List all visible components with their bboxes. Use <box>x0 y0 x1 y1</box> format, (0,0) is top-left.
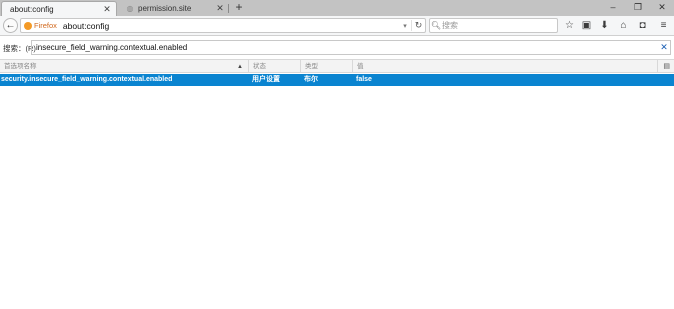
pocket-icon[interactable]: ◘ <box>636 19 649 32</box>
chevron-down-icon[interactable]: ▾ <box>399 22 411 30</box>
filter-input[interactable]: insecure_field_warning.contextual.enable… <box>31 40 671 55</box>
column-header-value[interactable]: 值 <box>353 60 658 73</box>
sort-ascending-icon: ▲ <box>237 64 243 70</box>
minimize-button[interactable]: – <box>602 0 624 15</box>
search-input[interactable]: 搜索 <box>442 20 458 31</box>
menu-icon[interactable]: ≡ <box>657 19 670 32</box>
column-picker-icon[interactable]: ▤ <box>663 62 670 70</box>
search-bar[interactable]: 🔍︎ 搜索 <box>429 18 558 33</box>
url-text[interactable]: about:config <box>63 21 399 31</box>
new-tab-button[interactable]: + <box>232 1 246 15</box>
close-icon[interactable]: ✕ <box>102 4 112 14</box>
tab-label: about:config <box>10 4 54 14</box>
pref-name: security.insecure_field_warning.contextu… <box>1 76 173 83</box>
reload-icon[interactable]: ↻ <box>411 20 425 31</box>
back-icon[interactable]: ← <box>3 18 18 33</box>
reading-list-icon[interactable]: ▣ <box>580 19 593 32</box>
clear-icon[interactable]: ✕ <box>658 42 670 53</box>
tab-label: permission.site <box>138 4 192 13</box>
url-bar[interactable]: Firefox about:config ▾ ↻ <box>20 18 426 33</box>
pref-value: false <box>356 76 372 83</box>
table-row[interactable]: security.insecure_field_warning.contextu… <box>0 74 674 86</box>
navigation-toolbar: ← Firefox about:config ▾ ↻ 🔍︎ 搜索 ☆ ▣ ⬇ ⌂… <box>0 16 674 36</box>
globe-icon: ◍ <box>126 4 134 13</box>
table-header: 首选项名称 ▲ 状态 类型 值 ▤ <box>0 59 674 73</box>
filter-row: 搜索：(R) insecure_field_warning.contextual… <box>0 37 674 57</box>
download-icon[interactable]: ⬇ <box>598 19 611 32</box>
bookmark-star-icon[interactable]: ☆ <box>563 19 576 32</box>
tab-permission-site[interactable]: ◍ permission.site ✕ <box>117 1 229 16</box>
filter-value[interactable]: insecure_field_warning.contextual.enable… <box>36 43 658 52</box>
identity-label: Firefox <box>34 21 57 30</box>
column-header-status[interactable]: 状态 <box>249 60 301 73</box>
tab-separator <box>228 4 229 13</box>
home-icon[interactable]: ⌂ <box>617 19 630 32</box>
close-window-button[interactable]: ✕ <box>651 0 673 15</box>
close-icon[interactable]: ✕ <box>215 3 225 14</box>
restore-button[interactable]: ❐ <box>627 0 649 15</box>
column-header-name[interactable]: 首选项名称 <box>0 60 249 73</box>
column-header-type[interactable]: 类型 <box>301 60 353 73</box>
tab-strip: about:config ✕ ◍ permission.site ✕ + – ❐… <box>0 0 674 16</box>
pref-type: 布尔 <box>304 76 318 83</box>
pref-status: 用户设置 <box>252 76 280 83</box>
firefox-icon <box>24 21 32 30</box>
tab-about-config[interactable]: about:config ✕ <box>1 1 117 16</box>
search-icon: 🔍︎ <box>430 21 442 30</box>
